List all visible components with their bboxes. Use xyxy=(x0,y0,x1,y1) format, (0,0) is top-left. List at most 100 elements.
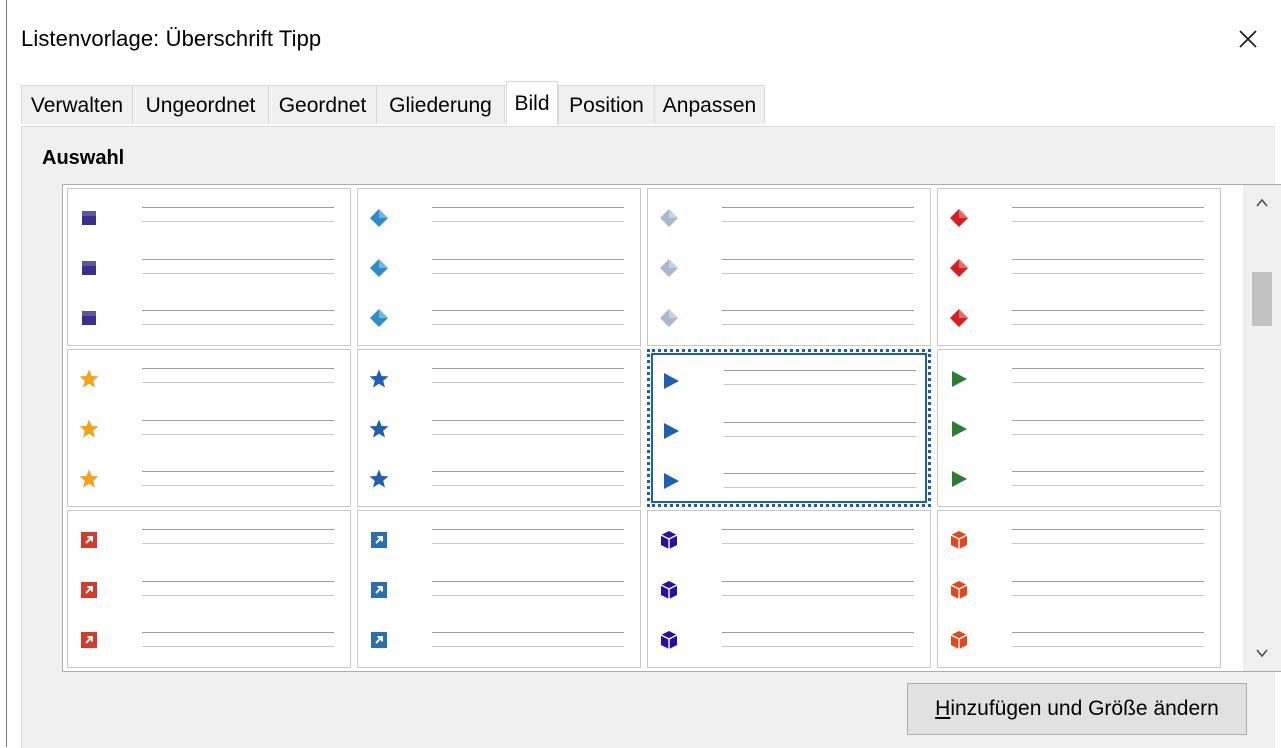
tab-anpassen[interactable]: Anpassen xyxy=(654,85,765,124)
preview-line xyxy=(1012,324,1204,325)
preview-line xyxy=(142,368,334,369)
preview-line xyxy=(142,207,334,208)
gallery-cell[interactable] xyxy=(67,349,351,507)
preview-line xyxy=(432,207,624,208)
preview-line xyxy=(722,259,914,260)
green-arrow-icon xyxy=(948,368,970,390)
title-bar: Listenvorlage: Überschrift Tipp xyxy=(7,0,1281,78)
preview-line xyxy=(722,646,914,647)
blue-arrow-box-icon xyxy=(368,579,390,601)
blue-star-icon xyxy=(368,418,390,440)
gallery-cell[interactable] xyxy=(937,349,1221,507)
preview-line xyxy=(724,436,916,437)
preview-line xyxy=(722,221,914,222)
chevron-down-icon[interactable] xyxy=(1243,635,1281,671)
preview-line xyxy=(722,529,914,530)
tab-ungeordnet[interactable]: Ungeordnet xyxy=(132,85,269,124)
silver-diamond-icon xyxy=(658,257,680,279)
preview-line xyxy=(724,487,916,488)
tab-position[interactable]: Position xyxy=(558,85,655,124)
preview-line xyxy=(432,273,624,274)
preview-line xyxy=(142,324,334,325)
preview-line xyxy=(1012,207,1204,208)
close-icon[interactable] xyxy=(1231,22,1265,56)
orange-star-icon xyxy=(78,468,100,490)
preview-line xyxy=(722,595,914,596)
orange-cube-icon xyxy=(948,529,970,551)
preview-line xyxy=(1012,595,1204,596)
gallery-cell[interactable] xyxy=(67,510,351,668)
silver-diamond-icon xyxy=(658,207,680,229)
gallery-cell[interactable] xyxy=(67,188,351,346)
purple-square-icon xyxy=(78,207,100,229)
purple-cube-icon xyxy=(658,529,680,551)
blue-diamond-icon xyxy=(368,207,390,229)
preview-line xyxy=(432,221,624,222)
tab-verwalten[interactable]: Verwalten xyxy=(21,85,133,124)
scrollbar-thumb[interactable] xyxy=(1252,272,1272,326)
blue-arrow-icon xyxy=(660,470,682,492)
preview-line xyxy=(142,259,334,260)
preview-line xyxy=(432,324,624,325)
green-arrow-icon xyxy=(948,468,970,490)
preview-line xyxy=(722,543,914,544)
preview-line xyxy=(1012,485,1204,486)
gallery-cell[interactable] xyxy=(357,510,641,668)
preview-line xyxy=(432,646,624,647)
preview-line xyxy=(724,422,916,423)
preview-line xyxy=(142,420,334,421)
window-border xyxy=(0,0,7,747)
preview-line xyxy=(142,543,334,544)
preview-line xyxy=(1012,259,1204,260)
orange-cube-icon xyxy=(948,579,970,601)
preview-line xyxy=(1012,310,1204,311)
blue-diamond-icon xyxy=(368,257,390,279)
preview-line xyxy=(432,310,624,311)
preview-line xyxy=(432,382,624,383)
tab-bild[interactable]: Bild xyxy=(506,81,558,125)
gallery-cell[interactable] xyxy=(647,188,931,346)
blue-arrow-box-icon xyxy=(368,629,390,651)
preview-line xyxy=(1012,221,1204,222)
chevron-up-icon[interactable] xyxy=(1243,185,1281,221)
red-diamond-icon xyxy=(948,257,970,279)
add-and-resize-button[interactable]: Hinzufügen und Größe ändern xyxy=(907,683,1247,735)
gallery-scrollbar[interactable] xyxy=(1243,185,1281,671)
preview-line xyxy=(142,273,334,274)
preview-line xyxy=(432,259,624,260)
section-label: Auswahl xyxy=(42,147,125,169)
preview-line xyxy=(1012,646,1204,647)
preview-line xyxy=(722,207,914,208)
dialog-title: Listenvorlage: Überschrift Tipp xyxy=(21,26,322,51)
preview-line xyxy=(432,368,624,369)
preview-line xyxy=(1012,368,1204,369)
gallery-cell[interactable] xyxy=(647,349,931,507)
preview-line xyxy=(142,595,334,596)
preview-line xyxy=(722,324,914,325)
gallery-cell[interactable] xyxy=(647,510,931,668)
blue-arrow-icon xyxy=(660,370,682,392)
gallery-cell[interactable] xyxy=(937,510,1221,668)
purple-square-icon xyxy=(78,307,100,329)
gallery-cell[interactable] xyxy=(357,188,641,346)
tab-gliederung[interactable]: Gliederung xyxy=(376,85,505,124)
orange-star-icon xyxy=(78,368,100,390)
preview-line xyxy=(432,471,624,472)
preview-line xyxy=(142,646,334,647)
gallery-cell[interactable] xyxy=(937,188,1221,346)
preview-line xyxy=(142,382,334,383)
gallery-cell[interactable] xyxy=(357,349,641,507)
tab-bar: Verwalten Ungeordnet Geordnet Gliederung… xyxy=(21,81,1271,126)
blue-star-icon xyxy=(368,468,390,490)
preview-line xyxy=(1012,581,1204,582)
red-diamond-icon xyxy=(948,307,970,329)
preview-line xyxy=(142,434,334,435)
preview-line xyxy=(432,529,624,530)
preview-line xyxy=(142,529,334,530)
preview-line xyxy=(142,310,334,311)
preview-line xyxy=(1012,543,1204,544)
preview-line xyxy=(1012,529,1204,530)
orange-cube-icon xyxy=(948,629,970,651)
blue-arrow-icon xyxy=(660,420,682,442)
tab-geordnet[interactable]: Geordnet xyxy=(268,85,377,124)
